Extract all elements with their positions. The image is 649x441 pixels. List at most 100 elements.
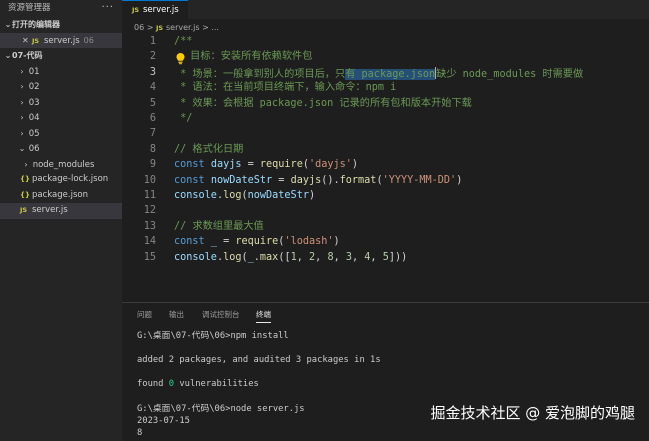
- js-file-icon: JS: [32, 36, 40, 45]
- file-label: package-lock.json: [32, 174, 109, 184]
- code-line: const dayjs = require('dayjs'): [174, 159, 359, 171]
- chevron-down-icon: ⌄: [4, 20, 12, 29]
- keyword: const: [174, 159, 205, 171]
- terminal-text: packages, and audited: [174, 355, 296, 365]
- tab-debug-console[interactable]: 调试控制台: [202, 309, 240, 323]
- function-name: dayjs: [290, 174, 322, 186]
- code-line: * 语法：在当前项目终端下，输入命令：npm i: [174, 82, 397, 94]
- file-label: package.json: [32, 189, 88, 200]
- open-editors-header[interactable]: ⌄打开的编辑器: [0, 17, 122, 33]
- file-item-package-json[interactable]: {} package.json: [0, 188, 122, 204]
- selection-highlight: 有 package.json: [345, 68, 436, 80]
- terminal-text: added: [137, 355, 169, 365]
- code-text: 缺少 node_modules 时需要做: [436, 68, 584, 80]
- tab-terminal[interactable]: 终端: [256, 309, 271, 323]
- folder-item-01[interactable]: › 01: [0, 64, 122, 80]
- code-line: // 求数组里最大值: [174, 220, 264, 232]
- number-literal: 2: [309, 251, 316, 263]
- file-item-package-lock[interactable]: {} package-lock.json: [0, 172, 122, 188]
- function-name: require: [259, 159, 303, 171]
- code-line: const nowDateStr = dayjs().format('YYYY-…: [174, 174, 463, 186]
- line-number: 1: [149, 36, 156, 47]
- breadcrumb-file[interactable]: server.js: [166, 23, 200, 32]
- line-number: 6: [149, 113, 156, 124]
- chevron-down-icon: ⌄: [4, 51, 12, 60]
- function-name: log: [223, 190, 242, 201]
- breadcrumb-folder[interactable]: 06: [134, 23, 144, 32]
- function-name: require: [235, 236, 279, 248]
- number-literal: 5: [382, 251, 389, 263]
- function-name: log: [223, 251, 242, 263]
- folder-label: 02: [28, 82, 40, 92]
- code-line: const _ = require('lodash'): [174, 236, 340, 248]
- file-label: server.js: [32, 205, 68, 215]
- terminal-line: 2023-07-15: [137, 416, 190, 426]
- line-number: 12: [143, 205, 156, 217]
- identifier: dayjs: [210, 159, 242, 171]
- watermark-text: 掘金技术社区 @ 爱泡脚的鸡腿: [430, 404, 635, 422]
- terminal-text: found: [137, 379, 169, 389]
- string-literal: 'YYYY-MM-DD': [382, 174, 457, 186]
- code-text: * 场景：一般拿到别人的项目后，只: [174, 68, 346, 80]
- chevron-right-icon: ›: [20, 113, 24, 122]
- code-line: console.log(nowDateStr): [174, 190, 316, 201]
- number-literal: 4: [364, 251, 371, 263]
- code-line: // 格式化日期: [174, 143, 244, 155]
- folder-label: 03: [28, 97, 40, 108]
- identifier: console: [174, 190, 217, 201]
- code-editor[interactable]: 1 2 3 4 5 6 7 8 9 10 11 12 13 14 15 /** …: [122, 34, 649, 299]
- chevron-right-icon: ›: [20, 97, 24, 107]
- terminal-line: G:\桌面\07-代码\06>npm install: [137, 331, 289, 341]
- line-number: 5: [149, 97, 156, 109]
- open-editor-file-path: 06: [83, 35, 94, 45]
- string-literal: 'lodash': [284, 236, 334, 248]
- terminal-line: G:\桌面\07-代码\06>node server.js: [137, 404, 305, 414]
- operator: =: [241, 159, 260, 171]
- folder-label: 01: [28, 66, 40, 77]
- json-file-icon: {}: [20, 175, 30, 183]
- chevron-right-icon: ›: [20, 128, 24, 138]
- keyword: const: [174, 236, 205, 248]
- number-literal: 8: [327, 251, 334, 263]
- terminal-text: vulnerabilities: [174, 379, 259, 389]
- open-editor-file-name: server.js: [44, 35, 80, 46]
- folder-item-03[interactable]: › 03: [0, 95, 122, 111]
- file-item-server-js[interactable]: JS server.js: [0, 203, 122, 219]
- json-file-icon: {}: [20, 190, 30, 199]
- tab-server-js[interactable]: JS server.js: [122, 0, 188, 19]
- operator: =: [216, 236, 236, 248]
- open-editor-item-server-js[interactable]: ✕ JS server.js 06: [0, 32, 122, 49]
- tab-problems[interactable]: 问题: [137, 309, 152, 323]
- folder-item-02[interactable]: › 02: [0, 79, 122, 95]
- open-editors-label: 打开的编辑器: [12, 20, 60, 29]
- folder-item-04[interactable]: › 04: [0, 110, 122, 126]
- terminal-line: 8: [137, 428, 143, 438]
- string-literal: 'dayjs': [308, 159, 352, 171]
- explorer-title: 资源管理器 ···: [0, 0, 122, 17]
- folder-label: 04: [28, 113, 40, 123]
- identifier: _: [247, 251, 254, 263]
- terminal-line: found 0 vulnerabilities: [137, 379, 259, 390]
- breadcrumb-separator: >: [146, 23, 154, 32]
- folder-item-05[interactable]: › 05: [0, 126, 122, 142]
- text-cursor: [435, 66, 437, 79]
- line-number: 15: [143, 251, 156, 263]
- tab-label: server.js: [143, 5, 179, 15]
- code-line: console.log(_.max([1, 2, 8, 3, 4, 5])): [174, 251, 408, 263]
- code-line: * 效果：会根据 package.json 记录的所有包和版本开始下载: [174, 97, 472, 109]
- breadcrumb-tail[interactable]: ...: [211, 23, 219, 32]
- function-name: format: [339, 174, 377, 186]
- tab-output[interactable]: 输出: [169, 309, 184, 323]
- line-number: 8: [149, 143, 156, 155]
- line-number: 2: [149, 51, 156, 63]
- folder-item-node-modules[interactable]: › node_modules: [0, 157, 122, 173]
- more-actions-icon[interactable]: ···: [101, 0, 114, 15]
- line-number: 9: [149, 159, 156, 171]
- keyword: const: [174, 174, 205, 186]
- line-number: 3: [149, 66, 156, 78]
- folder-label: 05: [28, 128, 40, 139]
- terminal-text: packages in 1s: [301, 355, 381, 365]
- folder-root-header[interactable]: ⌄07-代码: [0, 48, 122, 64]
- folder-item-06[interactable]: ⌄ 06: [0, 141, 122, 157]
- close-icon[interactable]: ✕: [22, 33, 32, 49]
